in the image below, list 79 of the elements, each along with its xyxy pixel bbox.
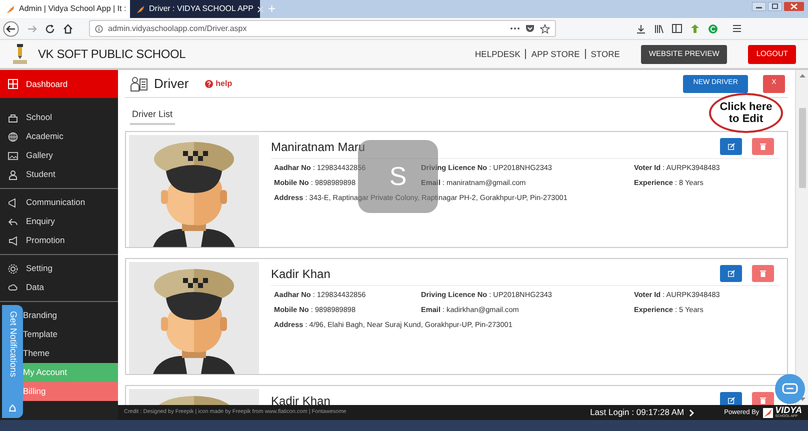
driver-name: Maniratnam Maru — [271, 138, 366, 156]
sidebar-item[interactable]: Academic — [0, 127, 118, 146]
school-name: VK SOFT PUBLIC SCHOOL — [38, 46, 186, 63]
header-link[interactable]: APP STORE — [531, 48, 580, 60]
sidebar-item[interactable]: Branding — [23, 306, 118, 325]
pocket-icon[interactable] — [525, 24, 535, 33]
driver-name: Kadir Khan — [271, 392, 332, 405]
cloud-icon — [8, 282, 18, 292]
more-icon[interactable] — [510, 27, 520, 30]
trash-icon — [760, 270, 766, 277]
url-text: admin.vidyaschoolapp.com/Driver.aspx — [108, 22, 248, 34]
globe-icon — [8, 132, 18, 142]
click-here-callout: Click here to Edit — [709, 93, 783, 133]
close-window-icon[interactable] — [784, 2, 804, 11]
sidebar-item[interactable]: Student — [0, 165, 118, 184]
sidebar-item[interactable]: Dashboard — [0, 70, 118, 98]
driver-list-tab[interactable]: Driver List — [130, 108, 175, 125]
download-icon[interactable] — [636, 24, 646, 34]
sidebar-item[interactable]: Communication — [0, 193, 118, 212]
help-icon — [204, 80, 213, 88]
trash-icon — [760, 397, 766, 404]
chevron-right-icon[interactable] — [689, 408, 694, 416]
driver-page-icon — [130, 76, 148, 92]
edit-icon — [728, 397, 734, 404]
last-login-text: Last Login : 09:17:28 AM — [590, 406, 684, 419]
building-icon — [8, 112, 18, 122]
edit-icon — [728, 143, 734, 150]
app-logo-text: VIDYA — [775, 406, 802, 416]
back-icon[interactable] — [3, 20, 19, 36]
edit-button[interactable] — [720, 392, 742, 405]
sidebar-item[interactable]: Data — [0, 278, 118, 297]
help-link[interactable]: help — [204, 78, 232, 90]
reload-icon[interactable] — [45, 24, 55, 34]
favicon-icon — [6, 4, 15, 14]
favicon-icon — [136, 4, 145, 14]
header-link[interactable]: STORE — [590, 48, 620, 60]
header-link[interactable]: HELPDESK — [475, 48, 520, 60]
sidebar-item[interactable]: Enquiry — [0, 212, 118, 231]
address-bar[interactable]: admin.vidyaschoolapp.com/Driver.aspx — [89, 20, 556, 37]
chat-button[interactable] — [775, 374, 805, 404]
bullhorn-icon — [8, 236, 18, 246]
close-icon[interactable] — [257, 6, 264, 12]
extension-icon[interactable] — [708, 24, 718, 34]
sidebar-item[interactable]: Theme — [23, 344, 118, 363]
sidebar-item[interactable]: Gallery — [0, 146, 118, 165]
star-icon[interactable] — [540, 24, 550, 34]
delete-button[interactable] — [752, 392, 774, 405]
sidebar-item[interactable]: Setting — [0, 259, 118, 278]
edit-button[interactable] — [720, 265, 742, 282]
sidebar-item[interactable]: Promotion — [0, 231, 118, 250]
image-icon — [8, 150, 18, 160]
school-logo-icon — [12, 43, 28, 65]
megaphone-icon — [8, 198, 18, 208]
sidebar-icon[interactable] — [672, 24, 682, 33]
info-icon — [95, 24, 103, 32]
browser-tab[interactable]: Admin | Vidya School App | It : — [0, 0, 130, 18]
library-icon[interactable] — [654, 24, 664, 34]
reply-icon — [8, 216, 18, 226]
scroll-up-icon — [798, 73, 806, 78]
home-icon[interactable] — [63, 24, 73, 34]
edit-button[interactable] — [720, 138, 742, 155]
dashboard-icon — [8, 79, 18, 89]
edit-icon — [728, 270, 734, 277]
chat-icon — [782, 383, 798, 395]
menu-icon[interactable] — [732, 24, 742, 33]
minimize-icon[interactable] — [752, 2, 766, 11]
app-logo-icon — [763, 408, 774, 418]
restore-icon[interactable] — [768, 2, 782, 11]
page-title: Driver — [154, 74, 189, 93]
gear-icon — [8, 264, 18, 274]
delete-button[interactable] — [752, 265, 774, 282]
trash-icon — [760, 143, 766, 150]
student-icon — [8, 170, 18, 180]
scrollbar[interactable] — [795, 70, 808, 405]
sidebar-item[interactable]: School — [0, 108, 118, 127]
driver-name: Kadir Khan — [271, 266, 332, 282]
extension-icon[interactable] — [690, 24, 700, 34]
delete-button[interactable] — [752, 138, 774, 155]
sidebar-item[interactable]: Template — [23, 325, 118, 344]
